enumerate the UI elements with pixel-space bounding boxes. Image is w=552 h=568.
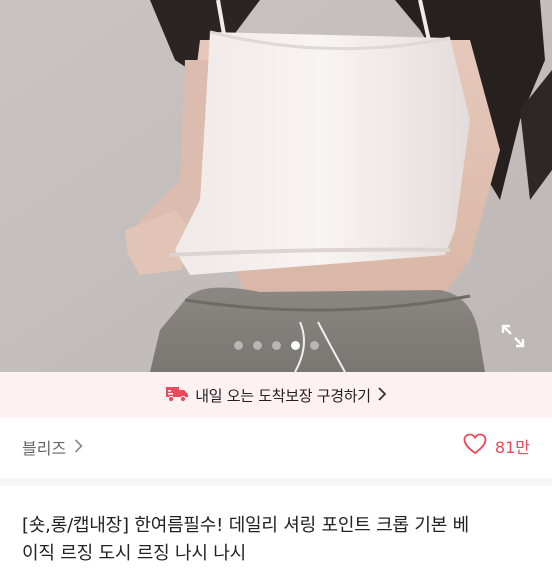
shop-name: 블리즈 — [22, 439, 67, 458]
product-title: [숏,롱/캡내장] 한여름필수! 데일리 셔링 포인트 크롭 기본 베 — [22, 515, 469, 536]
truck-icon — [165, 383, 189, 407]
carousel-dot-active[interactable] — [290, 341, 300, 350]
carousel-dot[interactable] — [252, 341, 262, 350]
delivery-guarantee-banner[interactable]: 내일 오는 도착보장 구경하기 — [0, 372, 552, 418]
like-count: 81만 — [494, 438, 530, 457]
product-image — [0, 0, 552, 372]
shop-link[interactable]: 블리즈 — [22, 435, 83, 459]
chevron-right-icon — [377, 386, 387, 405]
carousel-indicator — [0, 341, 552, 350]
product-title-line2: 이직 르징 도시 르징 나시 나시 — [22, 543, 246, 564]
section-divider — [0, 478, 552, 486]
carousel-dot[interactable] — [309, 341, 319, 350]
carousel-dot[interactable] — [233, 341, 243, 350]
like-button[interactable]: 81만 — [463, 433, 530, 459]
expand-icon[interactable] — [499, 322, 527, 350]
heart-icon — [463, 433, 487, 459]
product-photo[interactable] — [0, 0, 552, 372]
chevron-right-icon — [74, 438, 83, 457]
shop-row: 블리즈 81만 — [0, 418, 552, 478]
delivery-banner-label: 내일 오는 도착보장 구경하기 — [195, 386, 371, 405]
carousel-dot[interactable] — [271, 341, 281, 350]
